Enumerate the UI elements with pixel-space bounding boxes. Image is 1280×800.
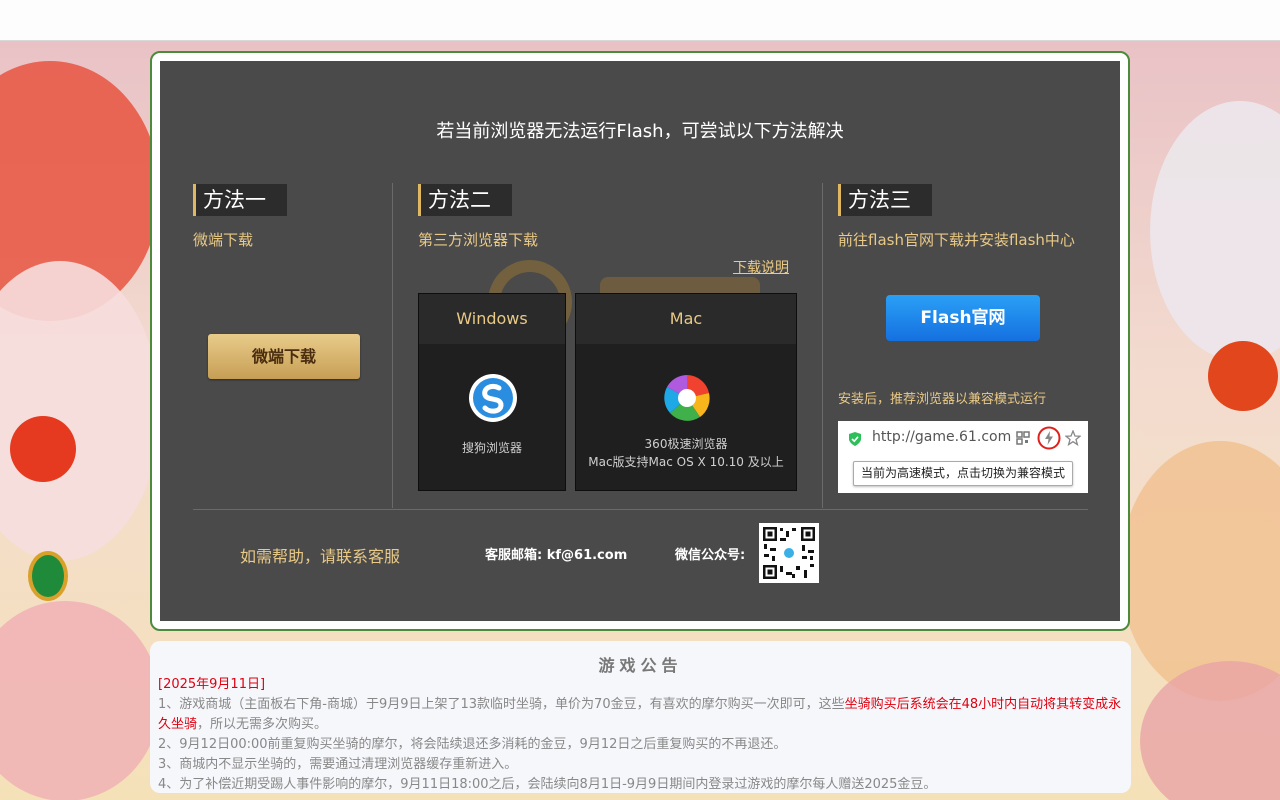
divider-2 [822,183,823,508]
lightning-mode-icon [1037,426,1061,450]
wechat-label: 微信公众号: [675,548,746,563]
qr-code-icon [1016,431,1030,445]
360-caption: 360极速浏览器 [644,437,728,451]
announcement-body: [2025年9月11日] 1、游戏商城（主面板右下角-商城）于9月9日上架了13… [158,675,1123,795]
method3-subtitle: 前往flash官网下载并安装flash中心 [838,231,1075,249]
method2-tag: 方法二 [418,184,512,216]
method3-tag: 方法三 [838,184,932,216]
flash-help-panel: 若当前浏览器无法运行Flash，可尝试以下方法解决 方法一 微端下载 微端下载 … [150,51,1130,631]
360-browser-icon [664,375,710,421]
browser-address-bar-example: http://game.61.com 当前为高速模式，点击切换为兼容模式 [838,421,1088,493]
compat-mode-note: 安装后，推荐浏览器以兼容模式运行 [838,392,1047,407]
announcement-item-4: 4、为了补偿近期受踢人事件影响的摩尔，9月11日18:00之后，会陆续向8月1日… [158,777,937,792]
mac-os-requirement: Mac版支持Mac OS X 10.10 及以上 [588,455,784,469]
shield-icon [849,432,861,446]
sogou-caption: 搜狗浏览器 [461,441,522,455]
panel-title: 若当前浏览器无法运行Flash，可尝试以下方法解决 [436,121,844,142]
announcement-date: [2025年9月11日] [158,677,266,692]
flash-help-inner: 若当前浏览器无法运行Flash，可尝试以下方法解决 方法一 微端下载 微端下载 … [160,61,1120,621]
example-url: http://game.61.com [872,429,1012,445]
announcement-item-1: 1、游戏商城（主面板右下角-商城）于9月9日上架了13款临时坐骑，单价为70金豆… [158,697,1122,732]
announcement-item-2: 2、9月12日00:00前重复购买坐骑的摩尔，将会陆续退还多消耗的金豆，9月12… [158,737,787,752]
windows-header: Windows [419,294,565,344]
help-contact-text: 如需帮助，请联系客服 [240,547,401,566]
sogou-browser-icon [469,374,517,422]
windows-browser-card[interactable]: Windows 搜狗浏览器 [418,293,566,491]
mode-tooltip: 当前为高速模式，点击切换为兼容模式 [853,461,1073,486]
footer-divider [193,509,1088,510]
divider-1 [392,183,393,508]
star-icon [1065,430,1081,446]
support-email: 客服邮箱: kf@61.com [485,548,628,563]
announcement-item-3: 3、商城内不显示坐骑的，需要通过清理浏览器缓存重新进入。 [158,757,518,772]
announcement-title: 游戏公告 [598,656,683,675]
method2-subtitle: 第三方浏览器下载 [418,231,539,249]
micro-client-download-button[interactable]: 微端下载 [208,334,360,379]
game-announcement-panel: 游戏公告 [2025年9月11日] 1、游戏商城（主面板右下角-商城）于9月9日… [150,641,1131,793]
method1-subtitle: 微端下载 [193,231,254,249]
flash-official-site-button[interactable]: Flash官网 [886,295,1040,341]
browser-top-bar [0,0,1280,41]
wechat-qr-code [759,523,819,583]
mac-header: Mac [576,294,796,344]
method1-tag: 方法一 [193,184,287,216]
mac-browser-card[interactable]: Mac 360极速浏览器 Mac版支持Mac OS X 10.10 及以上 [575,293,797,491]
